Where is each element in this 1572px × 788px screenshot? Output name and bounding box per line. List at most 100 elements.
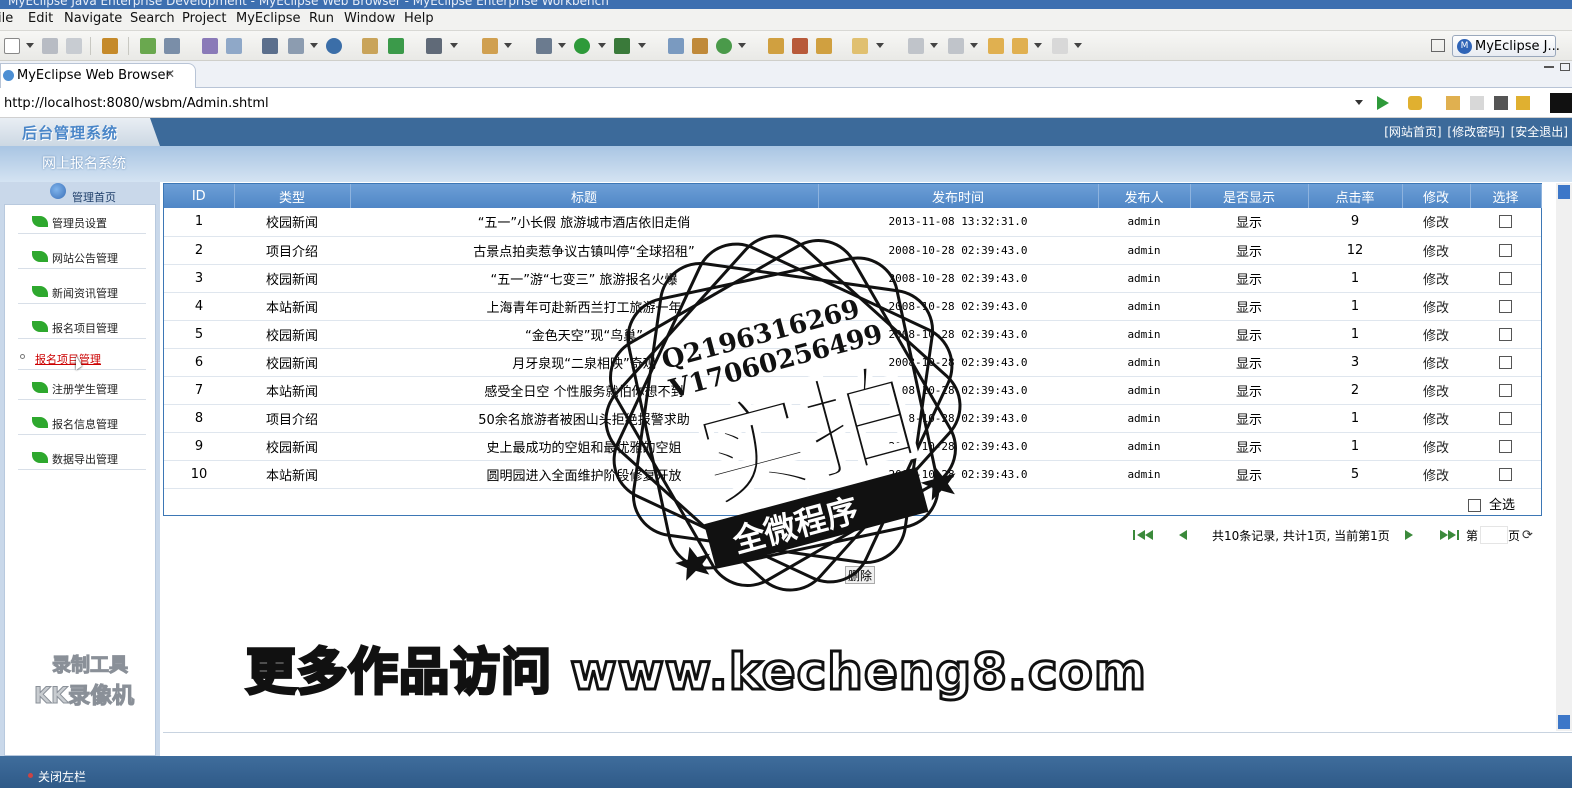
sidebar-item-enrollment-projects-active[interactable]: 报名项目管理 [18,344,146,370]
menu-myeclipse[interactable]: MyEclipse [236,11,301,26]
print-icon[interactable] [66,38,82,54]
go-icon[interactable] [1377,96,1389,110]
forward-icon[interactable] [1052,38,1068,54]
stop-icon[interactable] [1494,96,1508,110]
change-password-link[interactable]: [修改密码] [1447,125,1504,139]
cell-edit[interactable]: 修改 [1402,348,1470,377]
menu-file[interactable]: ile [0,11,13,26]
working-set-dropdown-icon[interactable] [876,43,884,48]
save-icon[interactable] [42,38,58,54]
first-page-icon-2[interactable] [1145,530,1153,540]
run-icon[interactable] [574,38,590,54]
wand-icon[interactable] [202,38,218,54]
page-number-input[interactable] [1480,526,1508,544]
prev-page-icon[interactable] [1179,530,1187,540]
row-checkbox[interactable] [1499,411,1512,425]
cell-edit[interactable]: 修改 [1402,292,1470,321]
next-annotation-icon[interactable] [908,38,924,54]
cell-edit[interactable]: 修改 [1402,264,1470,293]
browser-refresh-icon[interactable] [1516,96,1530,110]
vertical-scrollbar[interactable] [1556,183,1572,731]
select-all-checkbox[interactable] [1467,499,1481,512]
cell-select[interactable] [1470,432,1541,461]
bug-icon[interactable] [140,38,156,54]
globe-icon[interactable] [326,38,342,54]
camera-icon[interactable] [426,38,442,54]
view-source-icon[interactable] [1550,93,1572,113]
last-edit-icon[interactable] [988,38,1004,54]
menu-search[interactable]: Search [130,11,175,26]
open-type-icon[interactable] [668,38,684,54]
maximize-icon[interactable] [1560,63,1570,71]
browser-back-icon[interactable] [1446,96,1460,110]
cell-select[interactable] [1470,348,1541,377]
menu-project[interactable]: Project [182,11,226,26]
new-type-icon[interactable] [482,38,498,54]
tab-web-browser[interactable]: MyEclipse Web Browser ✕ [0,63,196,88]
new-dropdown-icon[interactable] [26,43,34,48]
external-tools-dropdown-icon[interactable] [638,43,646,48]
scroll-up-icon[interactable] [1558,185,1570,199]
deploy-icon[interactable] [262,38,278,54]
debug-icon[interactable] [536,38,552,54]
row-checkbox[interactable] [1499,383,1512,397]
server-dropdown-icon[interactable] [310,43,318,48]
cell-select[interactable] [1470,208,1541,237]
new-icon[interactable] [4,38,20,54]
cell-select[interactable] [1470,292,1541,321]
row-checkbox[interactable] [1499,243,1512,257]
cell-select[interactable] [1470,264,1541,293]
sidebar-item-data-export[interactable]: 数据导出管理 [18,444,146,470]
open-resource-icon[interactable] [692,38,708,54]
site-home-link[interactable]: [网站首页] [1384,125,1441,139]
cell-edit[interactable]: 修改 [1402,376,1470,405]
server-icon[interactable] [164,38,180,54]
menu-help[interactable]: Help [404,11,434,26]
cell-edit[interactable]: 修改 [1402,404,1470,433]
folder-open-icon[interactable] [816,38,832,54]
menu-window[interactable]: Window [344,11,395,26]
close-sidebar-link[interactable]: 关闭左栏 [38,768,86,785]
row-checkbox[interactable] [1499,271,1512,285]
next-page-icon[interactable] [1405,530,1413,540]
perspective-button[interactable]: M MyEclipse J... [1452,35,1560,57]
cell-select[interactable] [1470,320,1541,349]
external-tools-icon[interactable] [614,38,630,54]
open-perspective-icon[interactable] [1431,39,1445,52]
sidebar-item-announcements[interactable]: 网站公告管理 [18,243,146,269]
url-input[interactable] [0,92,1366,114]
sidebar-home-link[interactable]: 管理首页 [72,189,116,205]
run-dropdown-icon[interactable] [598,43,606,48]
refresh-icon[interactable] [716,38,732,54]
close-icon[interactable]: ✕ [165,67,175,81]
sidebar-item-enrollment-info[interactable]: 报名信息管理 [18,409,146,435]
menu-navigate[interactable]: Navigate [64,11,122,26]
menu-edit[interactable]: Edit [28,11,53,26]
next-annotation-dropdown-icon[interactable] [930,43,938,48]
forward-dropdown-icon[interactable] [1074,43,1082,48]
folder-icon[interactable] [768,38,784,54]
row-checkbox[interactable] [1499,467,1512,481]
server-config-icon[interactable] [288,38,304,54]
cell-edit[interactable]: 修改 [1402,460,1470,489]
row-checkbox[interactable] [1499,355,1512,369]
back-icon[interactable] [1012,38,1028,54]
prev-annotation-dropdown-icon[interactable] [970,43,978,48]
wizard-icon[interactable] [226,38,242,54]
minimize-icon[interactable] [1544,66,1554,68]
favorites-icon[interactable] [1408,96,1422,110]
back-dropdown-icon[interactable] [1034,43,1042,48]
sidebar-item-admin-settings[interactable]: 管理员设置 [18,208,146,234]
last-page-icon[interactable] [1440,530,1448,540]
camera-dropdown-icon[interactable] [450,43,458,48]
row-checkbox[interactable] [1499,215,1512,229]
sidebar-item-students[interactable]: 注册学生管理 [18,374,146,400]
last-page-icon-2[interactable] [1448,530,1456,540]
row-checkbox[interactable] [1499,439,1512,453]
first-page-icon[interactable] [1137,530,1145,540]
cell-edit[interactable]: 修改 [1402,320,1470,349]
add-icon[interactable] [388,38,404,54]
debug-dropdown-icon[interactable] [558,43,566,48]
row-checkbox[interactable] [1499,327,1512,341]
open-folder-icon[interactable] [362,38,378,54]
